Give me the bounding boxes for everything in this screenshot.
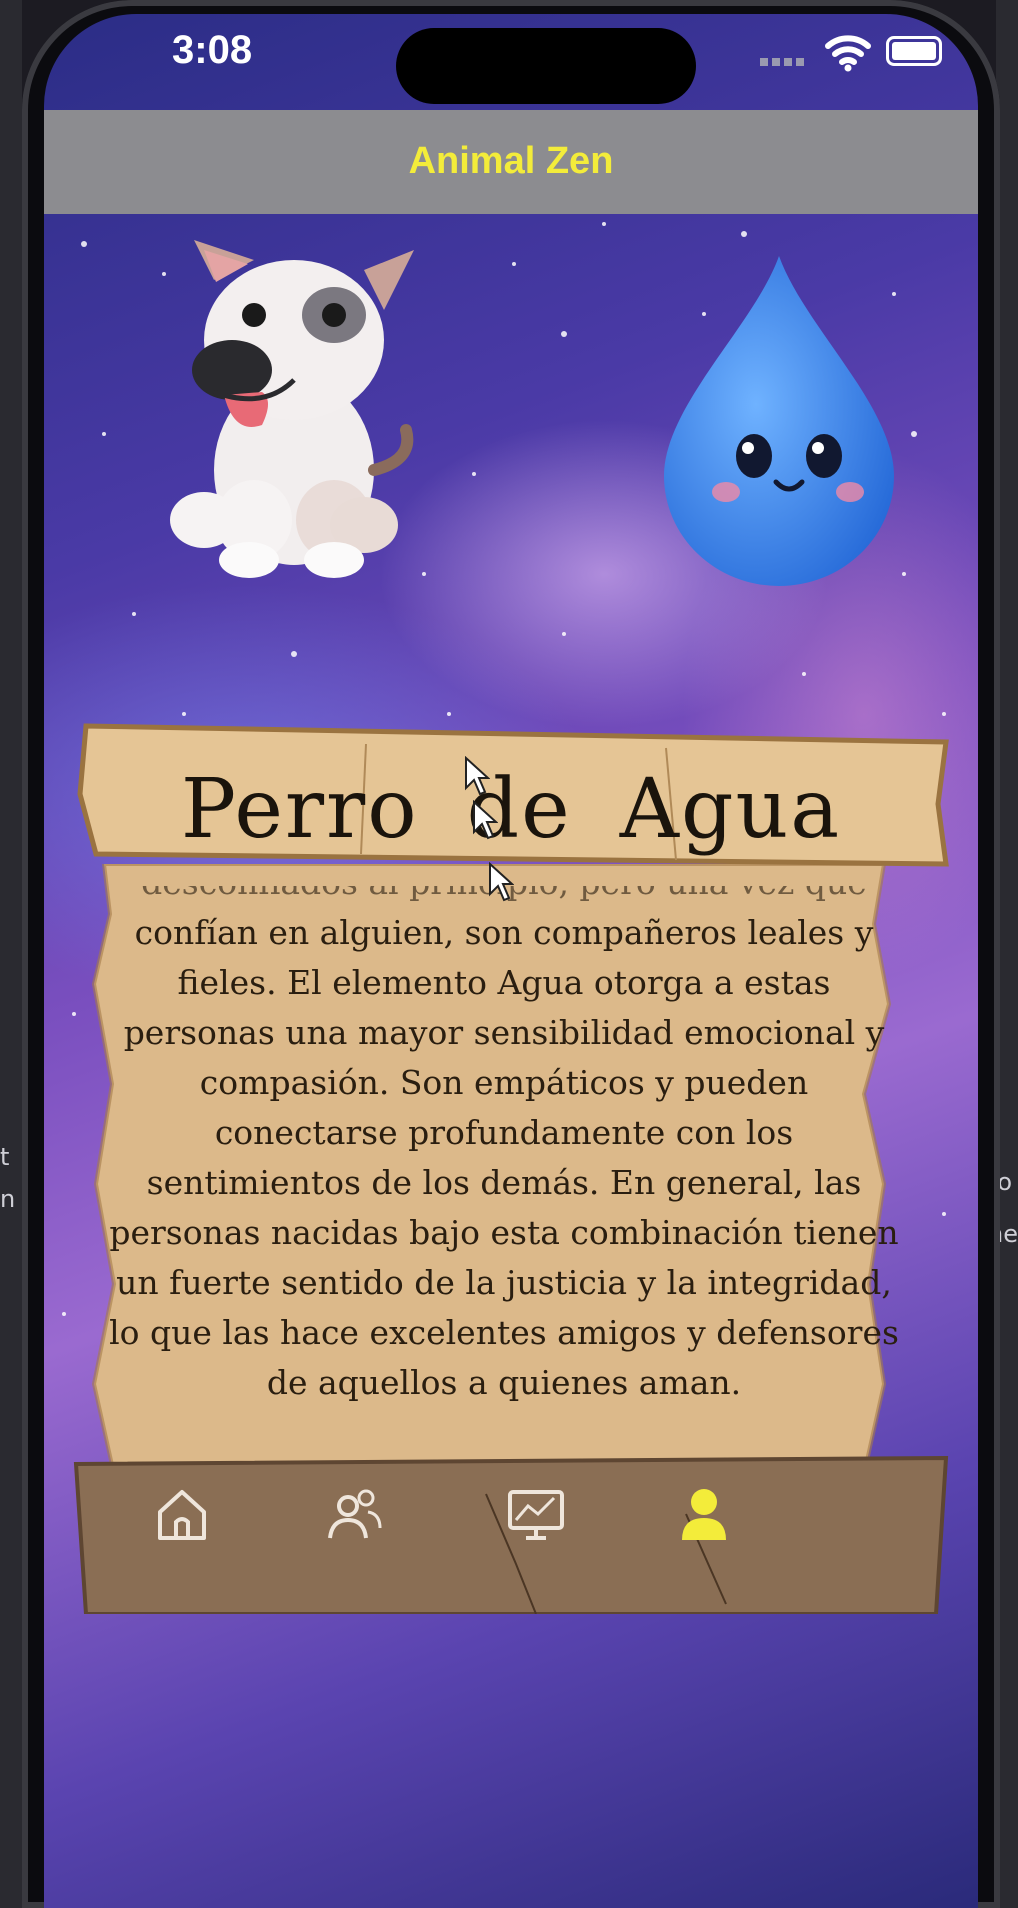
mouse-cursor-icon <box>465 756 490 796</box>
card-title: Perro de Agua <box>180 762 842 857</box>
dog-icon <box>170 240 414 578</box>
phone-frame: 3:08 Animal Zen confían en alguien, son … <box>22 0 1000 1908</box>
mouse-cursor-icon <box>473 800 498 840</box>
home-icon <box>158 1490 206 1540</box>
tab-profile[interactable] <box>674 1484 734 1544</box>
page-title: Animal Zen <box>408 140 614 182</box>
chart-monitor-icon <box>508 1490 564 1540</box>
battery-icon <box>886 36 942 66</box>
water-drop-icon <box>664 256 894 586</box>
status-time: 3:08 <box>172 28 253 72</box>
people-icon <box>328 1489 382 1539</box>
card-description-text: confían en alguien, son compañeros leale… <box>109 913 899 1402</box>
background-text-left: tn <box>0 1143 16 1213</box>
navigation-bar: Animal Zen <box>44 110 978 214</box>
app-screen: 3:08 Animal Zen confían en alguien, son … <box>44 14 978 1908</box>
cellular-signal-icon <box>760 58 804 66</box>
status-bar: 3:08 <box>44 14 978 110</box>
background-window-left <box>0 0 22 1908</box>
tab-home[interactable] <box>152 1484 212 1544</box>
tab-people[interactable] <box>324 1484 384 1544</box>
dynamic-island <box>396 28 696 104</box>
wifi-icon <box>825 35 871 72</box>
card-description: desconfiados al principio, pero una vez … <box>104 886 904 1466</box>
profile-icon <box>682 1489 726 1540</box>
tab-stats[interactable] <box>506 1484 566 1544</box>
mouse-cursor-icon <box>489 862 514 902</box>
